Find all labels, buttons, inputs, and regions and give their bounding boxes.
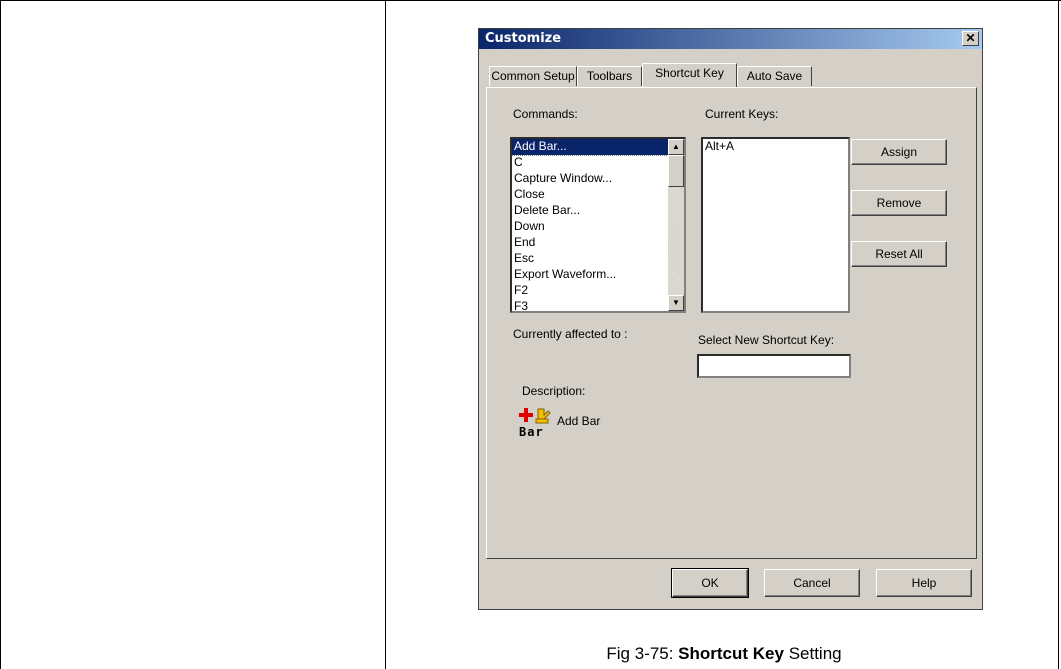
commands-list[interactable]: Add Bar... C Capture Window... Close Del… <box>510 137 686 313</box>
close-button[interactable]: ✕ <box>962 31 979 46</box>
caption-suffix: Setting <box>783 644 842 663</box>
scroll-thumb[interactable] <box>668 155 684 187</box>
select-new-shortcut-label: Select New Shortcut Key: <box>698 333 835 347</box>
assign-button[interactable]: Assign <box>851 139 947 165</box>
arrow-down-icon: ▼ <box>672 298 680 307</box>
commands-label: Commands: <box>513 107 578 121</box>
table-divider <box>385 0 386 669</box>
cancel-button[interactable]: Cancel <box>764 569 860 597</box>
description-label: Description: <box>522 384 586 398</box>
table-border-left <box>0 0 1 669</box>
command-item[interactable]: Delete Bar... <box>512 203 684 219</box>
current-key-item[interactable]: Alt+A <box>703 139 848 155</box>
tab-common-setup[interactable]: Common Setup <box>489 66 577 86</box>
caption-bold: Shortcut Key <box>678 644 784 663</box>
current-keys-label: Current Keys: <box>705 107 779 121</box>
remove-button[interactable]: Remove <box>851 190 947 216</box>
command-item[interactable]: Capture Window... <box>512 171 684 187</box>
tab-auto-save[interactable]: Auto Save <box>737 66 812 86</box>
scroll-up-button[interactable]: ▲ <box>668 139 684 155</box>
customize-dialog: Customize ✕ Common Setup Toolbars Shortc… <box>478 28 983 610</box>
command-item[interactable]: Esc <box>512 251 684 267</box>
reset-all-button[interactable]: Reset All <box>851 241 947 267</box>
currently-affected-label: Currently affected to : <box>513 327 628 341</box>
help-button[interactable]: Help <box>876 569 972 597</box>
current-keys-list[interactable]: Alt+A <box>701 137 850 313</box>
command-item[interactable]: Down <box>512 219 684 235</box>
caption-prefix: Fig 3-75: <box>606 644 679 663</box>
command-item[interactable]: Export Waveform... <box>512 267 684 283</box>
figure-caption: Fig 3-75: Shortcut Key Setting <box>387 644 1061 664</box>
table-border-top <box>0 0 1061 1</box>
close-icon: ✕ <box>965 31 976 45</box>
new-shortcut-input[interactable] <box>697 354 851 378</box>
commands-scrollbar[interactable]: ▲ ▼ <box>668 139 684 311</box>
command-item[interactable]: Close <box>512 187 684 203</box>
command-item[interactable]: C <box>512 155 684 171</box>
command-item[interactable]: F3 <box>512 299 684 311</box>
command-item[interactable]: End <box>512 235 684 251</box>
arrow-up-icon: ▲ <box>672 142 680 151</box>
command-item[interactable]: F2 <box>512 283 684 299</box>
dialog-title: Customize <box>485 31 562 46</box>
tab-toolbars[interactable]: Toolbars <box>577 66 642 86</box>
add-bar-icon: Bar <box>518 405 558 445</box>
description-text: Add Bar <box>557 414 601 428</box>
add-bar-icon-text: Bar <box>519 425 544 439</box>
tab-shortcut-key[interactable]: Shortcut Key <box>642 63 737 87</box>
commands-items: Add Bar... C Capture Window... Close Del… <box>512 139 684 311</box>
scroll-down-button[interactable]: ▼ <box>668 295 684 311</box>
ok-button[interactable]: OK <box>671 568 749 598</box>
command-item-add-bar[interactable]: Add Bar... <box>512 139 684 156</box>
table-border-right <box>1058 0 1059 669</box>
title-bar: Customize ✕ <box>479 29 982 49</box>
